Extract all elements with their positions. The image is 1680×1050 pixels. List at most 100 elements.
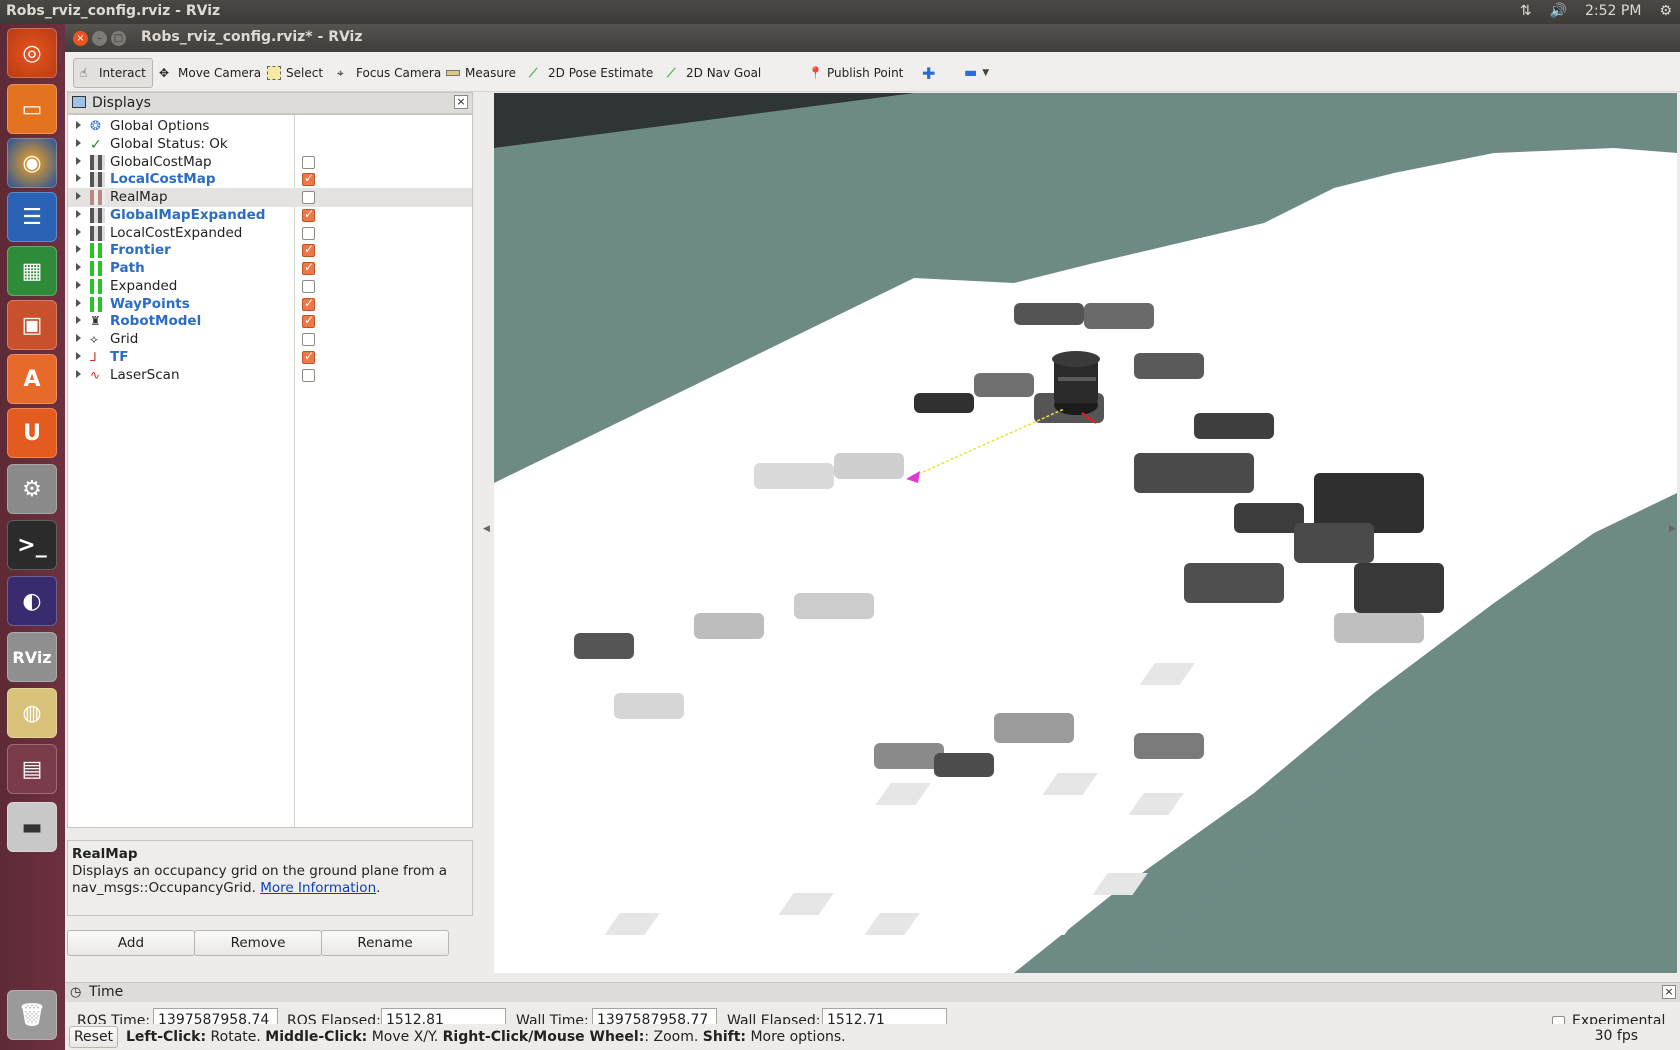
hint-left-click-text: Rotate. xyxy=(210,1029,261,1045)
reset-button[interactable]: Reset xyxy=(69,1026,118,1048)
network-icon[interactable]: ⇅ xyxy=(1520,3,1532,19)
close-time-panel-icon[interactable]: × xyxy=(1662,985,1676,999)
more-information-link[interactable]: More Information xyxy=(260,880,376,896)
display-enable-checkbox[interactable] xyxy=(302,155,315,169)
display-enable-checkbox[interactable] xyxy=(302,207,315,222)
maximize-window-button[interactable]: □ xyxy=(111,31,126,46)
ubuntu-logo-icon[interactable]: ◎ xyxy=(7,28,57,78)
display-item-globalmapexpanded[interactable]: GlobalMapExpanded xyxy=(68,206,472,225)
expand-arrow-icon[interactable] xyxy=(76,316,81,325)
display-item-label: Global Options xyxy=(110,118,210,134)
display-enable-checkbox[interactable] xyxy=(302,296,315,311)
costmap-blob xyxy=(1354,563,1444,613)
display-enable-checkbox[interactable] xyxy=(302,368,315,382)
expand-arrow-icon[interactable] xyxy=(76,174,81,183)
display-item-realmap[interactable]: RealMap xyxy=(68,188,472,207)
display-item-frontier[interactable]: Frontier xyxy=(68,241,472,260)
hint-shift-text: More options. xyxy=(750,1029,846,1045)
close-window-button[interactable]: × xyxy=(73,31,88,46)
display-enable-checkbox[interactable] xyxy=(302,260,315,275)
rviz-window: × – □ Robs_rviz_config.rviz* - RViz ☝ In… xyxy=(65,24,1680,1050)
drive-icon[interactable]: ▬ xyxy=(7,802,57,852)
display-enable-checkbox[interactable] xyxy=(302,191,315,204)
expand-arrow-icon[interactable] xyxy=(76,227,81,236)
expand-arrow-icon[interactable] xyxy=(76,138,81,147)
3d-render-view[interactable] xyxy=(494,93,1677,973)
clock[interactable]: 2:52 PM xyxy=(1585,3,1641,19)
writer-icon[interactable]: ☰ xyxy=(7,192,57,242)
display-item-globalcostmap[interactable]: GlobalCostMap xyxy=(68,153,472,172)
settings-gear-icon[interactable]: ⚙ xyxy=(1659,3,1672,19)
display-item-label: Path xyxy=(110,260,145,276)
impress-icon[interactable]: ▣ xyxy=(7,300,57,350)
remove-display-button[interactable]: Remove xyxy=(194,930,322,956)
display-item-expanded[interactable]: Expanded xyxy=(68,277,472,296)
eclipse-icon[interactable]: ◐ xyxy=(7,576,57,626)
map-pin-icon: 📍 xyxy=(808,66,823,80)
display-enable-checkbox[interactable] xyxy=(302,171,315,187)
occupancy-grid-scene[interactable] xyxy=(494,93,1677,973)
expand-arrow-icon[interactable] xyxy=(76,121,81,129)
display-item-waypoints[interactable]: WayPoints xyxy=(68,295,472,314)
display-item-robotmodel[interactable]: ♜ RobotModel xyxy=(68,312,472,331)
rename-display-button[interactable]: Rename xyxy=(321,930,449,956)
display-item-grid[interactable]: ⟡ Grid xyxy=(68,330,472,349)
display-enable-checkbox[interactable] xyxy=(302,349,315,364)
add-display-button[interactable]: Add xyxy=(67,930,195,956)
terminal-icon[interactable]: >_ xyxy=(7,520,57,570)
splitter-handle-left[interactable]: ◀ xyxy=(483,524,490,534)
expand-arrow-icon[interactable] xyxy=(76,192,81,200)
costmap-blob xyxy=(834,453,904,479)
expand-arrow-icon[interactable] xyxy=(76,263,81,271)
unity-launcher: ◎ ▭ ◉ ☰ ▦ ▣ A U ⚙ >_ ◐ RViz ◍ ▤ ▬ 🗑 xyxy=(0,24,65,1050)
calc-icon[interactable]: ▦ xyxy=(7,246,57,296)
interact-tool[interactable]: ☝ Interact xyxy=(73,58,153,88)
expand-arrow-icon[interactable] xyxy=(76,209,81,218)
expand-arrow-icon[interactable] xyxy=(76,156,81,165)
focus-camera-tool[interactable]: ⌖ Focus Camera xyxy=(331,58,447,88)
display-item-localcostexpanded[interactable]: LocalCostExpanded xyxy=(68,224,472,243)
display-enable-checkbox[interactable] xyxy=(302,313,315,329)
rviz-icon[interactable]: RViz xyxy=(7,632,57,682)
display-item-laserscan[interactable]: ∿ LaserScan xyxy=(68,366,472,385)
image-viewer-icon[interactable]: ◍ xyxy=(7,688,57,738)
display-item-localcostmap[interactable]: LocalCostMap xyxy=(68,170,472,189)
measure-tool[interactable]: Measure xyxy=(440,58,522,88)
software-center-icon[interactable]: A xyxy=(7,354,57,404)
display-item-global-options[interactable]: ❂ Global Options xyxy=(68,117,472,136)
volume-icon[interactable]: 🔊 xyxy=(1550,3,1567,19)
splitter-handle-right[interactable]: ▶ xyxy=(1669,524,1676,534)
select-tool[interactable]: Select xyxy=(261,58,329,88)
publish-point-tool[interactable]: 📍 Publish Point xyxy=(802,58,909,88)
expand-arrow-icon[interactable] xyxy=(76,280,81,289)
display-item-path[interactable]: Path xyxy=(68,259,472,278)
expand-arrow-icon[interactable] xyxy=(76,245,81,254)
remove-tool-button[interactable]: ▬ ▼ xyxy=(958,58,995,88)
move-camera-tool[interactable]: ✥ Move Camera xyxy=(153,58,267,88)
time-title: Time xyxy=(89,984,124,1000)
expand-arrow-icon[interactable] xyxy=(76,298,81,307)
close-panel-icon[interactable]: × xyxy=(454,95,468,109)
ubuntu-one-icon[interactable]: U xyxy=(7,408,57,458)
trash-icon[interactable]: 🗑 xyxy=(7,990,57,1040)
display-enable-checkbox[interactable] xyxy=(302,226,315,240)
minimize-window-button[interactable]: – xyxy=(92,31,107,46)
expand-arrow-icon[interactable] xyxy=(76,334,81,342)
files-icon[interactable]: ▭ xyxy=(7,84,57,134)
nav-goal-tool[interactable]: ⟋ 2D Nav Goal xyxy=(661,58,767,88)
expand-arrow-icon[interactable] xyxy=(76,351,81,360)
grid-cells-icon xyxy=(90,278,105,294)
display-enable-checkbox[interactable] xyxy=(302,242,315,258)
pose-estimate-tool[interactable]: ⟋ 2D Pose Estimate xyxy=(523,58,659,88)
display-item-global-status-ok[interactable]: ✓ Global Status: Ok xyxy=(68,135,472,154)
display-enable-checkbox[interactable] xyxy=(302,333,315,346)
firefox-icon[interactable]: ◉ xyxy=(7,138,57,188)
expand-arrow-icon[interactable] xyxy=(76,369,81,378)
add-tool-button[interactable]: ✚ xyxy=(916,58,941,88)
display-item-tf[interactable]: ⅃ TF xyxy=(68,348,472,367)
workspace-switcher-icon[interactable]: ▤ xyxy=(7,744,57,794)
display-item-label: GlobalCostMap xyxy=(110,153,212,170)
display-item-label: Frontier xyxy=(110,242,171,259)
system-settings-icon[interactable]: ⚙ xyxy=(7,464,57,514)
display-enable-checkbox[interactable] xyxy=(302,279,315,293)
